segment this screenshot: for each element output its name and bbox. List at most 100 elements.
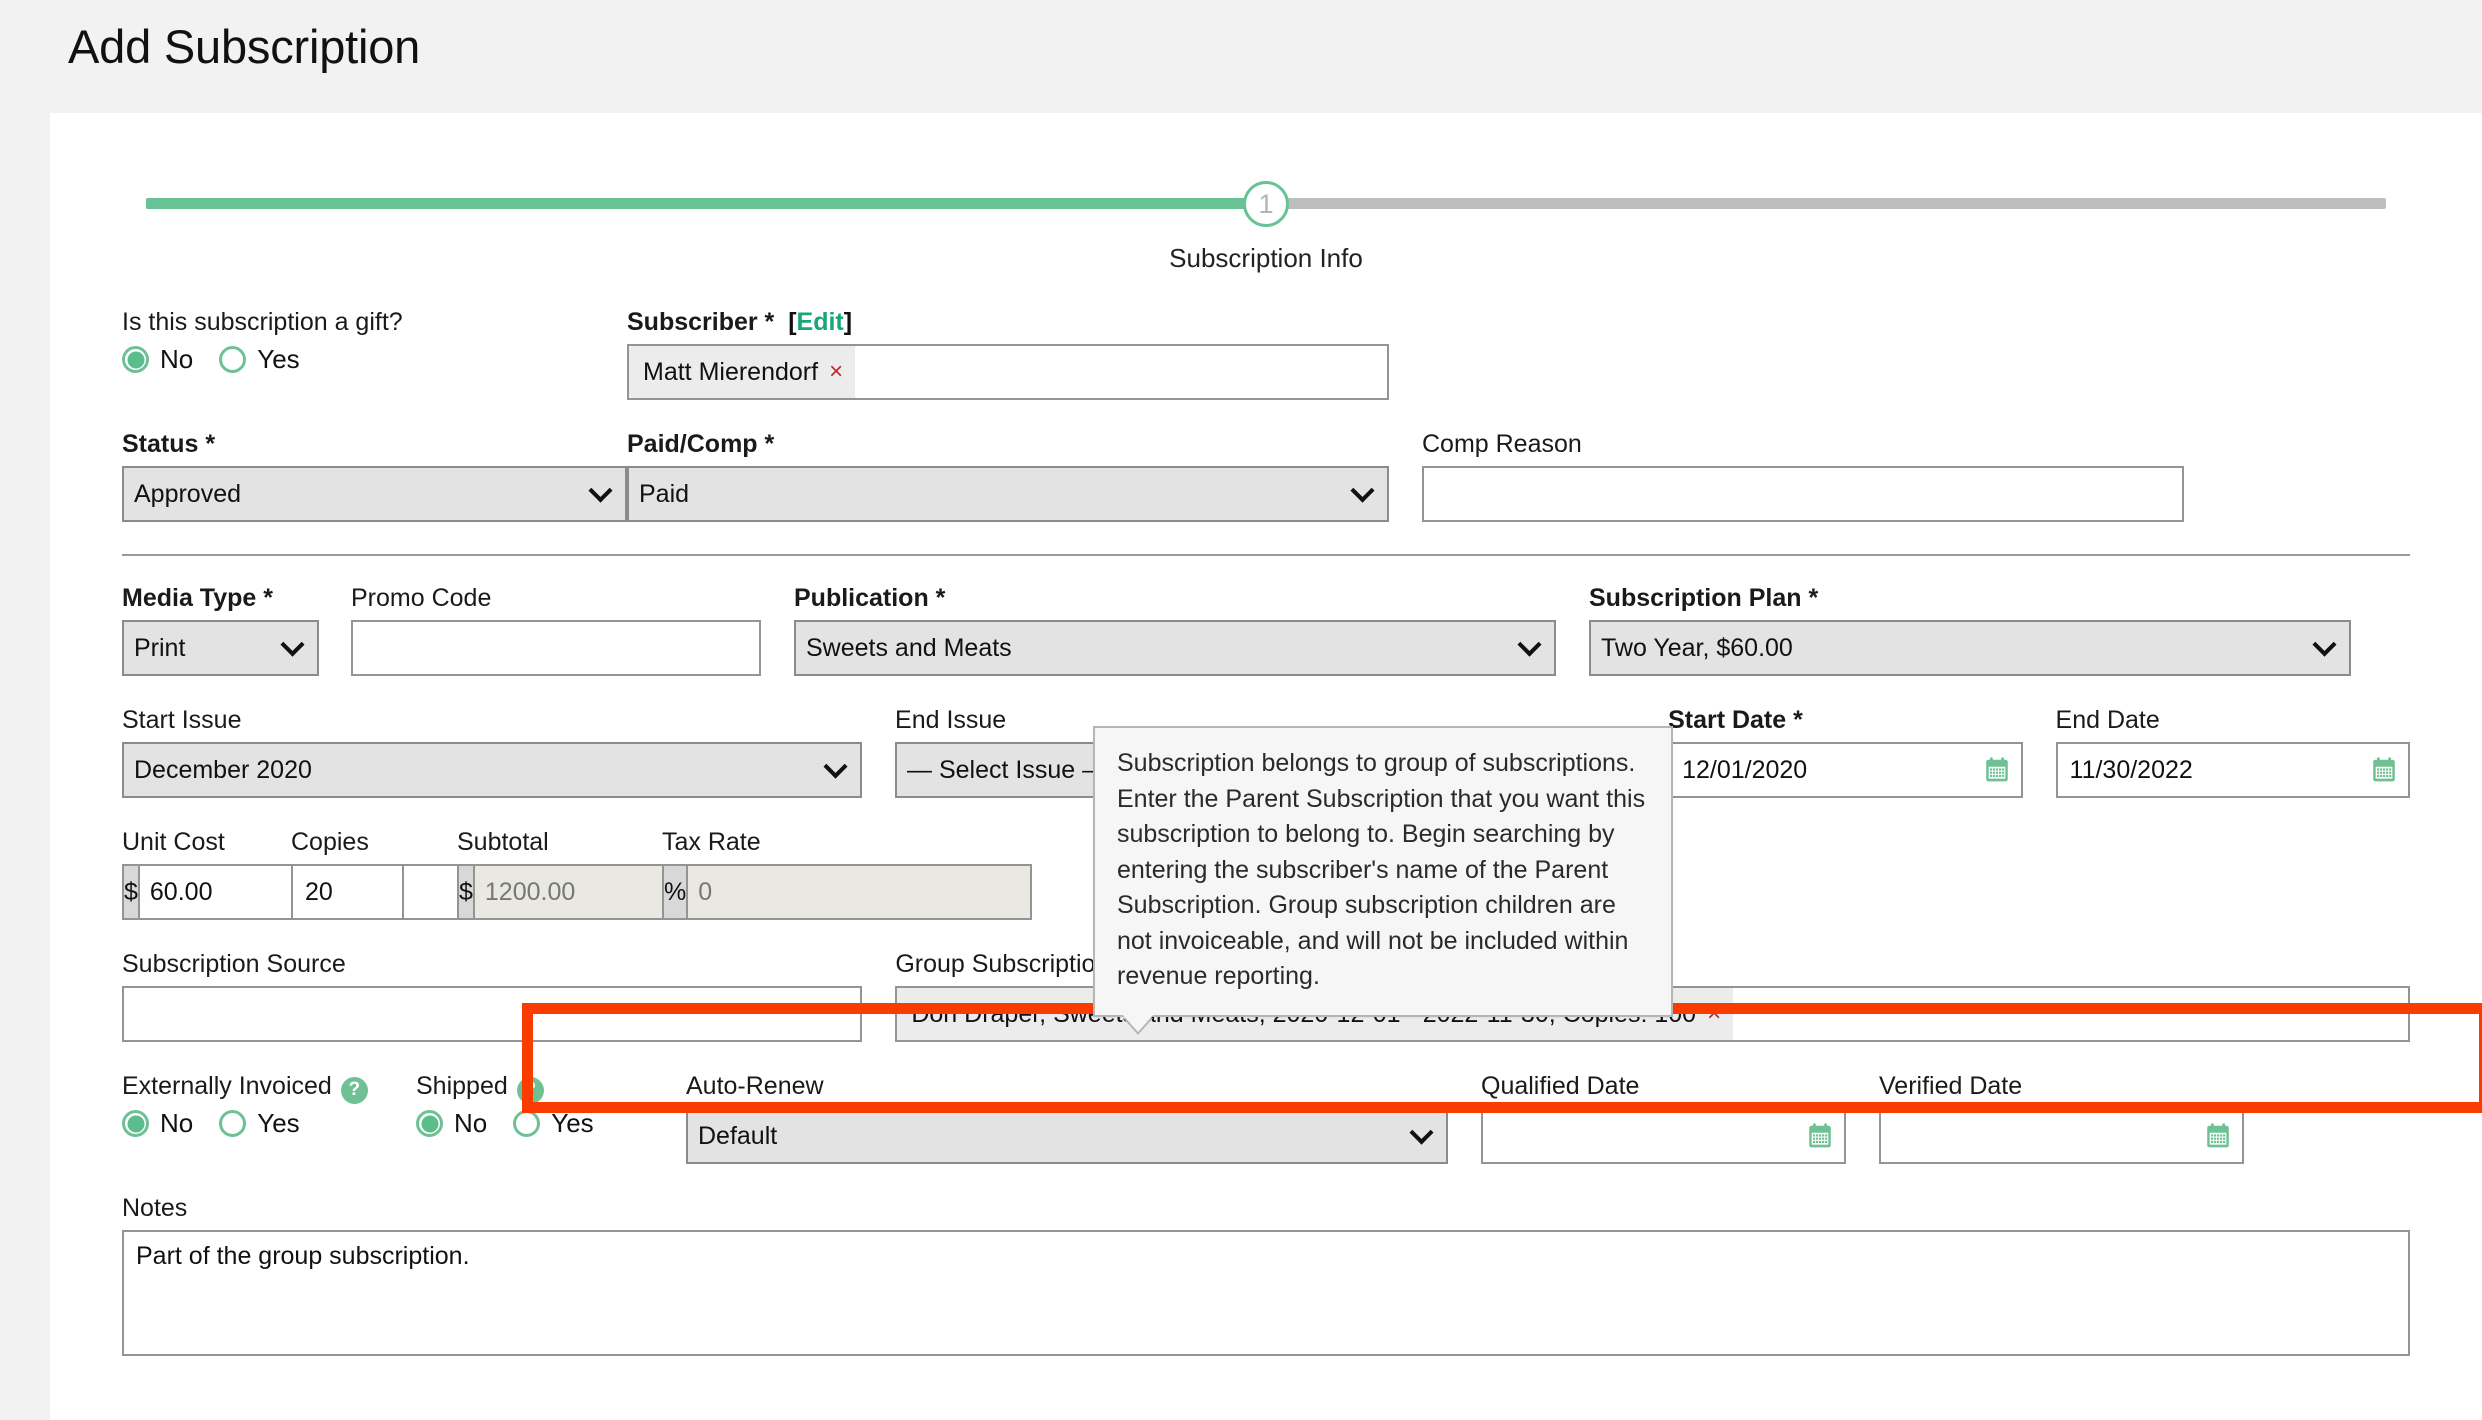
tax-rate-group: % [662,864,1033,920]
field-subtotal: Subtotal $ [457,828,819,920]
subscription-plan-label: Subscription Plan * [1589,584,1819,612]
tax-rate-label: Tax Rate [662,828,761,856]
status-select-wrap[interactable]: Approved [122,466,627,522]
publication-label: Publication * [794,584,946,612]
paid-comp-select[interactable]: Paid [627,466,1389,522]
shipped-label: Shipped? [416,1072,669,1104]
start-issue-label: Start Issue [122,706,242,734]
is-gift-radio-group[interactable]: No Yes [122,344,627,375]
field-start-issue: Start Issue December 2020 [122,706,863,798]
notes-textarea[interactable]: Part of the group subscription. [122,1230,2410,1356]
stepper-progress-fill [146,198,1266,209]
auto-renew-select-wrap[interactable]: Default [686,1108,1448,1164]
verified-date-input[interactable] [1879,1108,2244,1164]
row-gift-subscriber: Is this subscription a gift? No Yes Subs… [122,308,2410,400]
start-date-input[interactable] [1668,742,2023,798]
help-icon[interactable]: ? [340,1076,368,1104]
remove-icon[interactable]: × [1707,1002,1721,1026]
group-subscription-label-text: Group Subscription [895,950,1110,978]
currency-prefix: $ [122,864,138,920]
shipped-label-text: Shipped [416,1072,508,1100]
radio-icon[interactable] [219,346,247,373]
promo-code-input[interactable] [351,620,761,676]
subscriber-token-label: Matt Mierendorf [643,357,819,386]
auto-renew-label: Auto-Renew [686,1072,824,1100]
copies-input[interactable] [291,864,404,920]
radio-icon[interactable] [122,1110,149,1137]
is-gift-option-yes-label: Yes [257,344,300,374]
shipped-option-yes[interactable]: Yes [513,1108,594,1139]
group-subscription-tooltip: Subscription belongs to group of subscri… [1093,726,1673,1034]
paid-comp-select-wrap[interactable]: Paid [627,466,1389,522]
publication-select[interactable]: Sweets and Meats [794,620,1556,676]
promo-code-label: Promo Code [351,584,492,612]
shipped-radio-group[interactable]: No Yes [416,1108,669,1139]
currency-prefix: $ [457,864,473,920]
remove-icon[interactable]: × [829,360,843,384]
subscriber-token-input[interactable]: Matt Mierendorf × [627,344,1389,400]
row-notes: Notes Part of the group subscription. [122,1194,2410,1361]
tax-rate-input [686,864,1033,920]
copies-label: Copies [291,828,369,856]
field-qualified-date: Qualified Date [1481,1072,1846,1164]
page-title: Add Subscription [68,20,421,73]
field-unit-cost: Unit Cost $ [122,828,484,920]
media-type-select-wrap[interactable]: Print [122,620,319,676]
unit-cost-group[interactable]: $ [122,864,484,920]
field-subscription-source: Subscription Source [122,950,863,1042]
radio-icon[interactable] [416,1110,443,1137]
stepper-step-label: Subscription Info [1169,243,1363,273]
radio-icon[interactable] [122,346,149,373]
field-comp-reason: Comp Reason [1422,430,2184,522]
qualified-date-label: Qualified Date [1481,1072,1640,1100]
externally-invoiced-option-no[interactable]: No [122,1108,193,1139]
field-shipped: Shipped? No Yes [416,1072,669,1164]
percent-prefix: % [662,864,687,920]
qualified-date-input[interactable] [1481,1108,1846,1164]
row-media: Media Type * Print Promo Code Publicatio… [122,584,2410,676]
form-card: 1 Subscription Info Is this subscription… [50,113,2482,1420]
row-flags-dates: Externally Invoiced? No Yes Shipped? No … [122,1072,2410,1164]
externally-invoiced-option-yes-label: Yes [257,1108,300,1138]
comp-reason-input[interactable] [1422,466,2184,522]
end-date-wrap[interactable] [2055,742,2410,798]
externally-invoiced-radio-group[interactable]: No Yes [122,1108,375,1139]
is-gift-label: Is this subscription a gift? [122,308,403,336]
qualified-date-wrap[interactable] [1481,1108,1846,1164]
subscription-source-input[interactable] [122,986,863,1042]
field-tax-rate: Tax Rate % [662,828,1033,920]
subscription-plan-select-wrap[interactable]: Two Year, $60.00 [1589,620,2351,676]
verified-date-label: Verified Date [1879,1072,2023,1100]
notes-label: Notes [122,1194,188,1222]
stepper-step-1[interactable]: 1 [1243,181,1289,227]
subscription-plan-select[interactable]: Two Year, $60.00 [1589,620,2351,676]
field-subscription-plan: Subscription Plan * Two Year, $60.00 [1589,584,2351,676]
subscriber-token[interactable]: Matt Mierendorf × [629,346,856,398]
shipped-option-no[interactable]: No [416,1108,487,1139]
publication-select-wrap[interactable]: Sweets and Meats [794,620,1556,676]
start-date-wrap[interactable] [1668,742,2023,798]
field-is-gift: Is this subscription a gift? No Yes [122,308,627,400]
help-icon[interactable]: ? [516,1076,544,1104]
field-copies: Copies [291,828,404,920]
is-gift-option-yes[interactable]: Yes [219,344,300,375]
shipped-option-no-label: No [454,1108,488,1138]
status-select[interactable]: Approved [122,466,627,522]
subtotal-label: Subtotal [457,828,549,856]
is-gift-option-no[interactable]: No [122,344,193,375]
end-date-input[interactable] [2055,742,2410,798]
field-publication: Publication * Sweets and Meats [794,584,1556,676]
radio-icon[interactable] [219,1110,247,1137]
radio-icon[interactable] [513,1110,541,1137]
auto-renew-select[interactable]: Default [686,1108,1448,1164]
is-gift-option-no-label: No [160,344,194,374]
media-type-select[interactable]: Print [122,620,319,676]
verified-date-wrap[interactable] [1879,1108,2244,1164]
field-auto-renew: Auto-Renew Default [686,1072,1448,1164]
shipped-option-yes-label: Yes [551,1108,594,1138]
field-status: Status * Approved [122,430,627,522]
start-issue-select-wrap[interactable]: December 2020 [122,742,863,798]
start-issue-select[interactable]: December 2020 [122,742,863,798]
subscriber-edit-link[interactable]: Edit [797,308,844,336]
externally-invoiced-option-yes[interactable]: Yes [219,1108,300,1139]
